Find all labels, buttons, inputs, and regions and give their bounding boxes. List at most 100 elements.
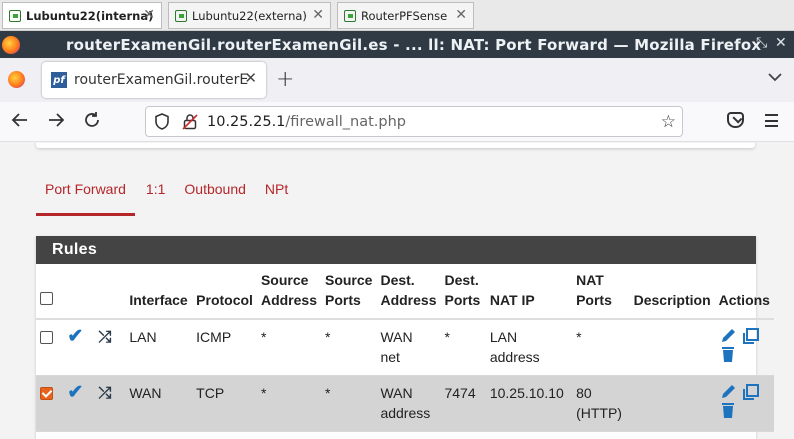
- edit-pencil-icon[interactable]: [719, 383, 739, 401]
- header-source-address: Source Address: [256, 264, 321, 320]
- nat-ports-line1: *: [576, 329, 582, 345]
- tab-outbound[interactable]: Outbound: [184, 181, 246, 216]
- vm-icon: [175, 9, 187, 22]
- nat-ip-line1: LAN: [489, 329, 518, 345]
- insecure-lock-icon[interactable]: [182, 113, 198, 130]
- window-title: routerExamenGil.routerExamenGil.es - ...…: [66, 35, 762, 54]
- dest-address-cell: WAN net: [376, 319, 440, 375]
- header-line2: Ports: [324, 292, 361, 308]
- enabled-check-icon[interactable]: ✔: [67, 382, 83, 403]
- vm-tab-lubuntu-externa[interactable]: Lubuntu22(externa) ✕: [168, 2, 331, 29]
- pocket-icon[interactable]: [727, 112, 744, 128]
- browser-tab[interactable]: pf routerExamenGil.routerE ✕: [42, 62, 266, 98]
- new-tab-button[interactable]: +: [276, 67, 294, 92]
- header-line2: Actions: [718, 292, 770, 308]
- row-select-cell: [36, 375, 64, 431]
- vm-tab-lubuntu-interna[interactable]: Lubuntu22(interna) ✕: [2, 2, 162, 29]
- close-window-icon[interactable]: ✕: [775, 35, 787, 51]
- nat-ip-cell: LAN address: [486, 319, 572, 375]
- copy-icon[interactable]: [741, 327, 761, 345]
- edit-pencil-icon[interactable]: [719, 327, 739, 345]
- source-address-cell: *: [260, 329, 267, 345]
- tab-npt[interactable]: NPt: [265, 181, 288, 216]
- vm-tab-label: Lubuntu22(interna): [26, 8, 154, 23]
- reload-icon[interactable]: [83, 111, 101, 134]
- source-ports-cell: *: [324, 329, 331, 345]
- header-line1: Source: [324, 272, 373, 288]
- firefox-view-icon[interactable]: [8, 71, 25, 88]
- select-all-checkbox[interactable]: [40, 292, 53, 305]
- header-line2: Interface: [129, 292, 188, 308]
- row-checkbox[interactable]: [40, 331, 53, 344]
- minimize-icon[interactable]: ˗: [735, 35, 739, 51]
- select-all-header: [36, 264, 64, 320]
- header-line2: Address: [380, 292, 437, 308]
- dest-address-line1: WAN: [380, 384, 413, 401]
- vm-tab-routerpfsense[interactable]: RouterPFSense ✕: [337, 2, 474, 29]
- header-line2: NAT IP: [489, 292, 535, 308]
- forward-arrow-icon[interactable]: [47, 111, 65, 134]
- type-cell: ⤮: [94, 375, 126, 431]
- dest-ports-cell: 7474: [440, 375, 486, 431]
- url-host: 10.25.25.1: [207, 113, 286, 130]
- actions-cell: [714, 375, 774, 431]
- browser-tab-title: routerExamenGil.routerE: [74, 72, 249, 88]
- enabled-check-icon[interactable]: ✔: [67, 326, 83, 347]
- header-line2: Ports: [444, 292, 481, 308]
- header-type: [94, 264, 126, 320]
- header-line1: NAT: [576, 272, 604, 288]
- header-line2: Address: [260, 292, 317, 308]
- dest-address-cell: WAN address: [376, 375, 441, 431]
- table-header-row: Interface Protocol Source Address Source P…: [36, 264, 774, 320]
- header-line2: Ports: [576, 292, 612, 308]
- vm-icon: [9, 9, 21, 22]
- header-nat-ports: NAT Ports: [572, 264, 630, 320]
- copy-icon[interactable]: [741, 383, 761, 401]
- dest-address-line2: address: [380, 404, 431, 421]
- url-bar[interactable]: 10.25.25.1/firewall_nat.php ☆: [145, 106, 683, 137]
- header-protocol: Protocol: [192, 264, 257, 320]
- table-row[interactable]: ✔ ⤮ LAN ICMP * * WAN net * LAN address *: [36, 319, 774, 375]
- close-icon[interactable]: ✕: [143, 7, 155, 23]
- nat-ports-line2: (HTTP): [576, 404, 622, 421]
- tab-port-forward[interactable]: Port Forward: [36, 181, 135, 216]
- header-status: [63, 264, 95, 320]
- protocol-cell: ICMP: [196, 329, 232, 345]
- delete-trash-icon[interactable]: [719, 401, 739, 419]
- nat-ports-line1: 80: [576, 384, 592, 401]
- bookmark-star-icon[interactable]: ☆: [661, 112, 676, 132]
- description-cell: [630, 319, 715, 375]
- back-arrow-icon[interactable]: [11, 111, 29, 134]
- browser-tab-bar: pf routerExamenGil.routerE ✕ +: [0, 58, 794, 102]
- restore-icon[interactable]: ⤡: [756, 35, 767, 51]
- panel-edge: [36, 143, 755, 148]
- tab-one-to-one[interactable]: 1:1: [146, 181, 165, 216]
- close-tab-icon[interactable]: ✕: [244, 69, 257, 87]
- close-icon[interactable]: ✕: [455, 7, 467, 23]
- header-line1: Dest.: [380, 272, 415, 288]
- source-ports-cell: *: [320, 375, 377, 431]
- header-line2: Description: [633, 292, 711, 308]
- menu-icon[interactable]: [765, 114, 778, 131]
- table-row[interactable]: ✔ ⤮ WAN TCP * * WAN address 7474 10.25.10…: [36, 375, 774, 431]
- status-cell: ✔: [63, 319, 94, 375]
- interface-cell: LAN: [129, 329, 157, 345]
- delete-trash-icon[interactable]: [719, 345, 739, 363]
- header-interface: Interface: [125, 264, 193, 320]
- row-checkbox[interactable]: [40, 386, 53, 400]
- header-dest-ports: Dest. Ports: [440, 264, 486, 320]
- header-source-ports: Source Ports: [320, 264, 377, 320]
- nat-ip-cell: 10.25.10.10: [485, 375, 573, 431]
- nat-ports-cell: 80 (HTTP): [572, 375, 630, 431]
- shuffle-icon: ⤮: [98, 329, 112, 346]
- source-address-cell: *: [256, 375, 321, 431]
- close-icon[interactable]: ✕: [312, 7, 324, 23]
- list-all-tabs-icon[interactable]: [768, 70, 782, 86]
- page-content: Port Forward 1:1 Outbound NPt Rules Inte…: [0, 143, 794, 439]
- protocol-cell: TCP: [192, 375, 257, 431]
- nat-ports-cell: *: [572, 319, 630, 375]
- vm-tab-label: Lubuntu22(externa): [192, 8, 307, 23]
- url-path: /firewall_nat.php: [285, 113, 407, 130]
- shield-icon[interactable]: [154, 113, 170, 130]
- header-actions: Actions: [714, 264, 774, 320]
